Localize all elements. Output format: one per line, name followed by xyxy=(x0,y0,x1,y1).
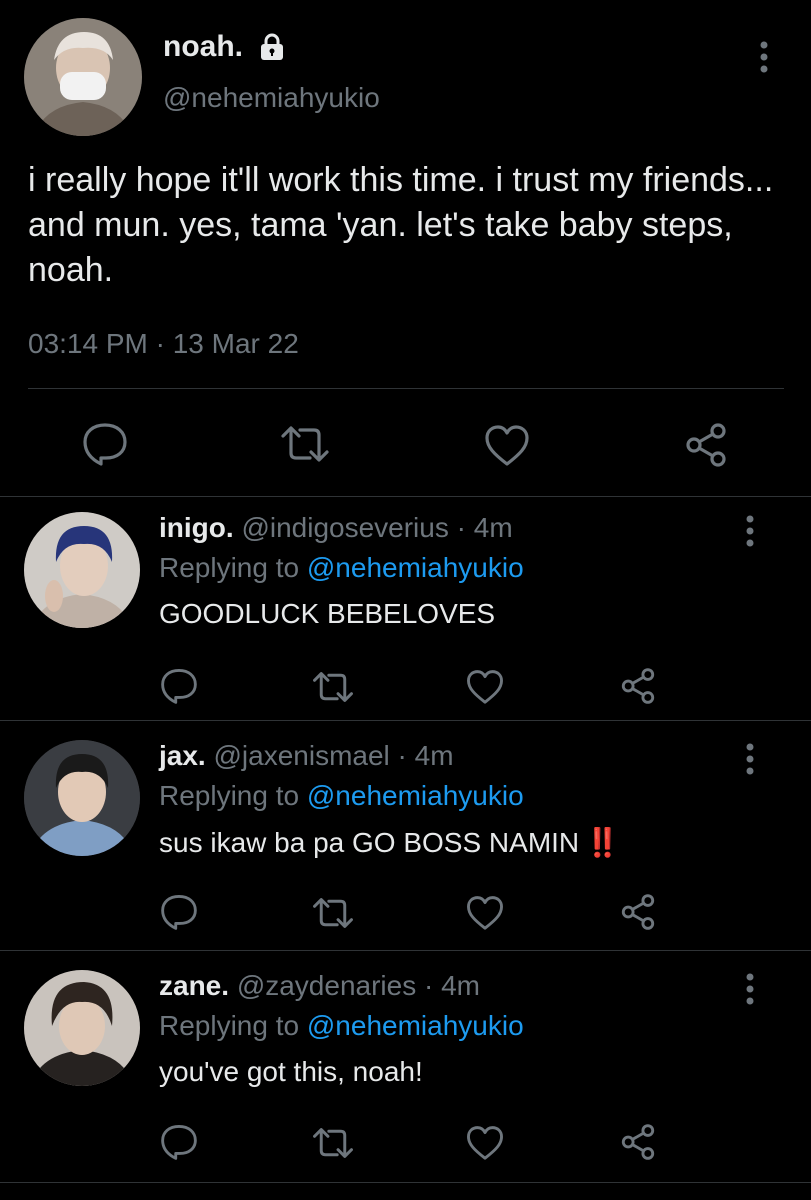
action-bar xyxy=(0,864,811,930)
action-bar xyxy=(0,1094,811,1160)
reply-tweet: jax. @jaxenismael · 4m Replying to @nehe… xyxy=(0,724,811,952)
timestamp[interactable]: · 4m xyxy=(398,740,454,771)
display-name[interactable]: inigo. xyxy=(159,512,234,543)
share-icon[interactable] xyxy=(620,893,656,931)
avatar[interactable] xyxy=(24,740,140,856)
retweet-icon[interactable] xyxy=(312,896,354,930)
retweet-icon[interactable] xyxy=(312,1126,354,1160)
more-icon[interactable] xyxy=(744,514,756,548)
divider xyxy=(0,720,811,721)
replying-label: Replying to xyxy=(159,1010,300,1041)
more-icon[interactable] xyxy=(758,40,770,74)
like-icon[interactable] xyxy=(466,1125,504,1160)
display-name[interactable]: zane. xyxy=(159,970,229,1001)
replying-label: Replying to xyxy=(159,552,300,583)
mention-link[interactable]: @nehemiahyukio xyxy=(307,552,524,583)
mention-link[interactable]: @nehemiahyukio xyxy=(307,1010,524,1041)
share-icon[interactable] xyxy=(620,1123,656,1161)
tweet-text: i really hope it'll work this time. i tr… xyxy=(28,161,774,289)
share-icon[interactable] xyxy=(684,422,728,468)
lock-icon xyxy=(257,32,287,62)
more-icon[interactable] xyxy=(744,742,756,776)
display-name[interactable]: noah. xyxy=(163,30,243,64)
tweet-text: sus ikaw ba pa GO BOSS NAMIN xyxy=(159,827,580,858)
divider xyxy=(28,388,784,389)
like-icon[interactable] xyxy=(484,424,530,466)
reply-icon[interactable] xyxy=(82,422,128,466)
mention-link[interactable]: @nehemiahyukio xyxy=(307,780,524,811)
reply-icon[interactable] xyxy=(160,894,198,930)
tweet-text: you've got this, noah! xyxy=(159,1056,423,1087)
tweet-text: GOODLUCK BEBELOVES xyxy=(159,598,496,629)
handle[interactable]: @nehemiahyukio xyxy=(163,82,380,114)
handle[interactable]: @indigoseverius xyxy=(241,512,448,543)
reply-tweet: inigo. @indigoseverius · 4m Replying to … xyxy=(0,496,811,724)
retweet-icon[interactable] xyxy=(280,424,330,464)
double-exclamation-emoji: ‼️ xyxy=(585,827,620,858)
avatar[interactable] xyxy=(24,18,142,136)
reply-tweet: zane. @zaydenaries · 4m Replying to @neh… xyxy=(0,954,811,1182)
divider xyxy=(0,1182,811,1183)
like-icon[interactable] xyxy=(466,669,504,704)
divider xyxy=(0,950,811,951)
timestamp[interactable]: · 4m xyxy=(457,512,513,543)
action-bar xyxy=(0,400,811,490)
reply-icon[interactable] xyxy=(160,668,198,704)
reply-icon[interactable] xyxy=(160,1124,198,1160)
replying-label: Replying to xyxy=(159,780,300,811)
more-icon[interactable] xyxy=(744,972,756,1006)
main-tweet: noah. @nehemiahyukio i really hope it'll… xyxy=(0,0,811,496)
avatar[interactable] xyxy=(24,970,140,1086)
timestamp[interactable]: · 4m xyxy=(424,970,480,1001)
like-icon[interactable] xyxy=(466,895,504,930)
action-bar xyxy=(0,636,811,704)
avatar[interactable] xyxy=(24,512,140,628)
share-icon[interactable] xyxy=(620,667,656,705)
handle[interactable]: @jaxenismael xyxy=(213,740,389,771)
display-name[interactable]: jax. xyxy=(159,740,206,771)
retweet-icon[interactable] xyxy=(312,670,354,704)
handle[interactable]: @zaydenaries xyxy=(237,970,416,1001)
timestamp[interactable]: 03:14 PM · 13 Mar 22 xyxy=(28,328,299,360)
